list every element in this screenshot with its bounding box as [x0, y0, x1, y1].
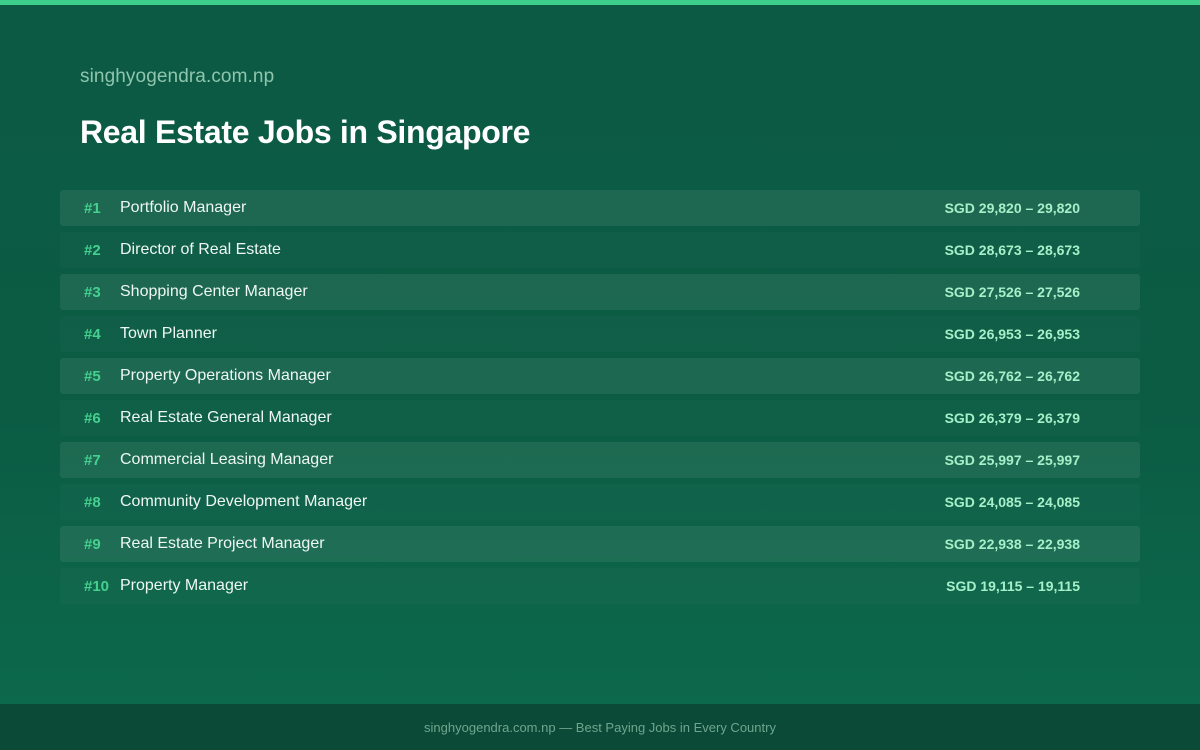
job-salary: SGD 25,997 – 25,997	[944, 452, 1080, 468]
job-rank: #4	[84, 325, 101, 343]
job-rank: #8	[84, 493, 101, 511]
job-title: Real Estate Project Manager	[120, 535, 325, 552]
job-title: Shopping Center Manager	[120, 283, 308, 300]
job-row: #9 Real Estate Project Manager SGD 22,93…	[60, 526, 1140, 562]
footer-text: singhyogendra.com.np — Best Paying Jobs …	[424, 719, 776, 735]
job-salary: SGD 28,673 – 28,673	[944, 242, 1080, 258]
job-rank: #5	[84, 367, 101, 385]
job-salary: SGD 29,820 – 29,820	[944, 200, 1080, 216]
job-row: #6 Real Estate General Manager SGD 26,37…	[60, 400, 1140, 436]
job-rank: #7	[84, 451, 101, 469]
page-title: Real Estate Jobs in Singapore	[80, 114, 531, 150]
job-row: #8 Community Development Manager SGD 24,…	[60, 484, 1140, 520]
job-title: Real Estate General Manager	[120, 409, 332, 426]
job-row: #3 Shopping Center Manager SGD 27,526 – …	[60, 274, 1140, 310]
job-salary: SGD 26,762 – 26,762	[944, 368, 1080, 384]
job-title: Commercial Leasing Manager	[120, 451, 334, 468]
job-rank: #3	[84, 283, 101, 301]
job-salary: SGD 26,379 – 26,379	[944, 410, 1080, 426]
job-title: Director of Real Estate	[120, 241, 281, 258]
top-accent-bar	[0, 0, 1200, 5]
job-title: Property Operations Manager	[120, 367, 331, 384]
job-row: #1 Portfolio Manager SGD 29,820 – 29,820	[60, 190, 1140, 226]
job-row: #7 Commercial Leasing Manager SGD 25,997…	[60, 442, 1140, 478]
job-rank: #1	[84, 199, 101, 217]
job-salary: SGD 19,115 – 19,115	[946, 578, 1080, 594]
job-rank: #9	[84, 535, 101, 553]
job-salary: SGD 22,938 – 22,938	[944, 536, 1080, 552]
footer: singhyogendra.com.np — Best Paying Jobs …	[0, 704, 1200, 750]
site-name: singhyogendra.com.np	[80, 66, 275, 87]
job-list: #1 Portfolio Manager SGD 29,820 – 29,820…	[60, 190, 1140, 610]
job-salary: SGD 27,526 – 27,526	[944, 284, 1080, 300]
job-title: Town Planner	[120, 325, 217, 342]
job-salary: SGD 26,953 – 26,953	[944, 326, 1080, 342]
job-rank: #2	[84, 241, 101, 259]
job-rank: #6	[84, 409, 101, 427]
job-row: #10 Property Manager SGD 19,115 – 19,115	[60, 568, 1140, 604]
job-row: #4 Town Planner SGD 26,953 – 26,953	[60, 316, 1140, 352]
job-title: Community Development Manager	[120, 493, 368, 510]
job-salary: SGD 24,085 – 24,085	[944, 494, 1080, 510]
job-title: Property Manager	[120, 577, 249, 594]
job-title: Portfolio Manager	[120, 199, 247, 216]
job-row: #2 Director of Real Estate SGD 28,673 – …	[60, 232, 1140, 268]
job-row: #5 Property Operations Manager SGD 26,76…	[60, 358, 1140, 394]
job-rank: #10	[84, 577, 110, 595]
